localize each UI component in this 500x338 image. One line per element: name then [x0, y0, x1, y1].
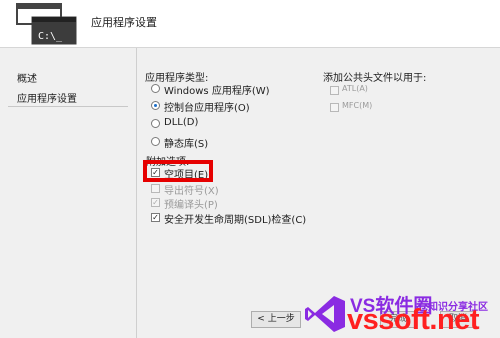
wizard-header: C:\_ 应用程序设置 — [0, 0, 500, 48]
wizard-sidebar: 概述 应用程序设置 — [0, 48, 137, 338]
radio-static-lib-label[interactable]: 静态库(S) — [164, 135, 208, 150]
radio-windows-app[interactable] — [151, 84, 160, 93]
radio-console-app[interactable] — [151, 101, 160, 110]
checkbox-export-symbols — [151, 184, 160, 193]
checkbox-sdl-checks[interactable]: ✓ — [151, 213, 160, 222]
visual-studio-logo-icon — [305, 296, 345, 332]
checkbox-atl-label: ATL(A) — [342, 84, 368, 93]
page-title: 应用程序设置 — [91, 16, 157, 29]
radio-dll-label[interactable]: DLL(D) — [164, 117, 198, 128]
radio-windows-app-label[interactable]: Windows 应用程序(W) — [164, 82, 270, 97]
console-app-icon: C:\_ — [16, 3, 77, 45]
checkbox-atl — [330, 86, 339, 95]
radio-dll[interactable] — [151, 119, 160, 128]
back-button[interactable]: < 上一步 — [251, 311, 301, 328]
checkbox-mfc — [330, 103, 339, 112]
checkbox-precompiled-header: ✓ — [151, 198, 160, 207]
highlight-box — [143, 160, 213, 182]
sidebar-item-app-settings[interactable]: 应用程序设置 — [17, 90, 77, 105]
checkbox-mfc-label: MFC(M) — [342, 101, 373, 110]
checkbox-export-symbols-label: 导出符号(X) — [164, 186, 219, 197]
radio-static-lib[interactable] — [151, 137, 160, 146]
sidebar-item-overview[interactable]: 概述 — [17, 70, 37, 85]
checkbox-precompiled-header-label: 预编译头(P) — [164, 200, 218, 211]
common-headers-heading: 添加公共头文件以用于: — [323, 73, 427, 84]
radio-console-app-label[interactable]: 控制台应用程序(O) — [164, 99, 250, 114]
console-icon-text: C:\_ — [38, 31, 63, 42]
watermark-domain: vssoft.net — [347, 304, 479, 336]
sidebar-divider — [8, 106, 128, 107]
checkbox-sdl-checks-label[interactable]: 安全开发生命周期(SDL)检查(C) — [164, 211, 306, 226]
